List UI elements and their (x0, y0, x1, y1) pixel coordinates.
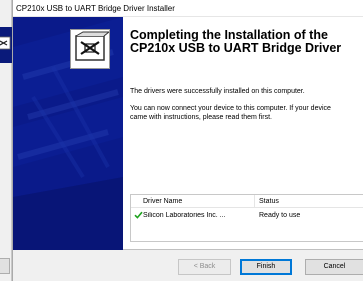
title-bar[interactable]: CP210x USB to UART Bridge Driver Install… (13, 0, 363, 17)
window-title: CP210x USB to UART Bridge Driver Install… (16, 4, 175, 13)
wizard-side-banner (13, 17, 123, 250)
success-message: The drivers were successfully installed … (130, 88, 305, 95)
driver-name-cell: Silicon Laboratories Inc. ... (143, 212, 226, 219)
cancel-button[interactable]: Cancel (305, 259, 363, 275)
instructions-message: You can now connect your device to this … (130, 104, 363, 122)
column-header-driver-name[interactable]: Driver Name (143, 198, 182, 205)
instructions-line-2: came with instructions, please read them… (130, 114, 273, 121)
driver-status-list[interactable]: Driver Name Status Silicon Laboratories … (130, 194, 363, 242)
background-setup-icon (0, 36, 11, 50)
instructions-line-1: You can now connect your device to this … (130, 105, 331, 112)
checkmark-icon (134, 211, 143, 219)
background-window-banner (0, 27, 12, 63)
list-header: Driver Name Status (131, 195, 363, 208)
wizard-content: Completing the Installation of the CP210… (13, 17, 363, 250)
list-item[interactable]: Silicon Laboratories Inc. ... Ready to u… (131, 209, 363, 222)
background-window-button[interactable] (0, 258, 10, 274)
setup-box-icon (70, 29, 111, 69)
completion-heading: Completing the Installation of the CP210… (130, 28, 342, 55)
column-header-status[interactable]: Status (259, 198, 279, 205)
driver-status-cell: Ready to use (259, 212, 301, 219)
background-window-edge (0, 0, 12, 281)
column-divider (254, 195, 255, 208)
back-button[interactable]: < Back (178, 259, 231, 275)
finish-button[interactable]: Finish (240, 259, 292, 275)
installer-window: CP210x USB to UART Bridge Driver Install… (12, 0, 363, 281)
